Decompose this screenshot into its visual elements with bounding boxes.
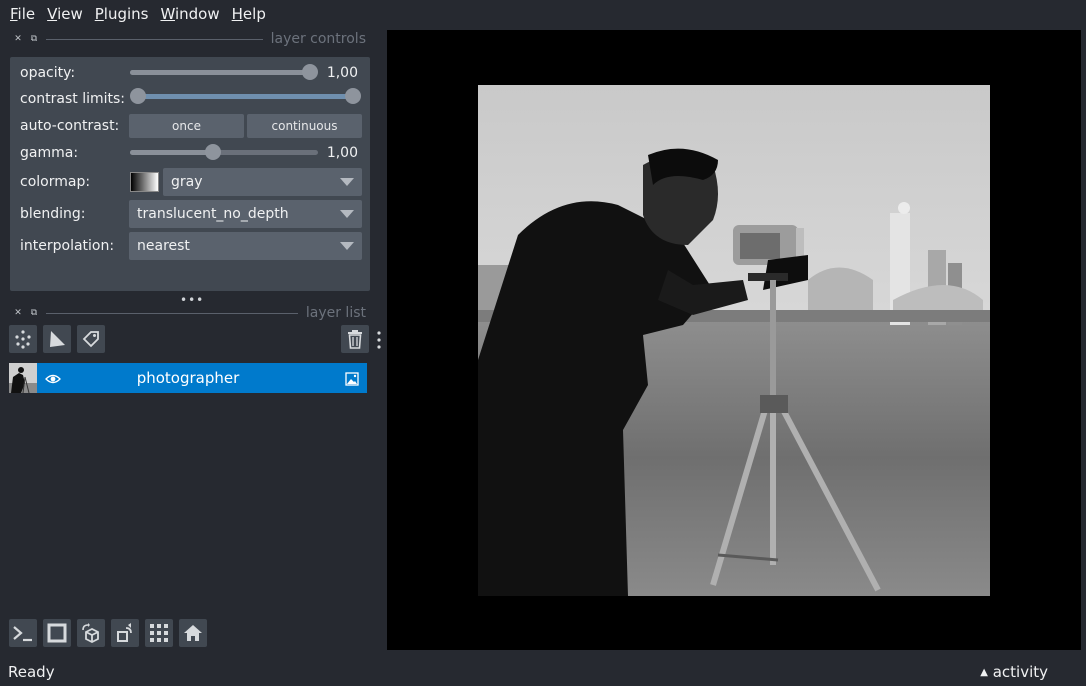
layer-list-title: layer list [305, 305, 366, 321]
menu-view[interactable]: View [41, 5, 89, 23]
layer-name: photographer [136, 369, 240, 387]
colormap-value: gray [171, 174, 203, 190]
auto-contrast-continuous-button[interactable]: continuous [247, 114, 362, 138]
square-2d-icon [47, 623, 67, 643]
opacity-label: opacity: [20, 65, 76, 81]
blending-label: blending: [20, 206, 86, 222]
menu-plugins[interactable]: Plugins [89, 5, 155, 23]
opacity-slider[interactable] [130, 64, 318, 80]
status-bar: Ready ▲ activity [0, 658, 1086, 686]
home-button[interactable] [179, 619, 207, 647]
auto-contrast-label: auto-contrast: [20, 118, 120, 134]
gamma-slider[interactable] [130, 144, 318, 160]
gamma-slider-handle[interactable] [204, 144, 221, 160]
status-text: Ready [8, 663, 55, 681]
points-icon [15, 330, 31, 349]
interpolation-value: nearest [137, 238, 190, 254]
interpolation-label: interpolation: [20, 238, 115, 254]
grid-icon [150, 624, 168, 642]
ndisplay-button[interactable] [43, 619, 71, 647]
chevron-down-icon [340, 242, 354, 250]
more-options-icon[interactable] [376, 330, 382, 350]
opacity-value: 1,00 [326, 65, 358, 81]
home-icon [184, 625, 202, 641]
roll-dims-button[interactable] [77, 619, 105, 647]
dock-close-icon[interactable]: ✕ [10, 34, 26, 44]
blending-dropdown[interactable]: translucent_no_depth [129, 200, 362, 228]
contrast-limits-label: contrast limits: [20, 91, 125, 107]
chevron-down-icon [340, 210, 354, 218]
grid-mode-button[interactable] [145, 619, 173, 647]
menu-window[interactable]: Window [154, 5, 225, 23]
delete-layer-button[interactable] [341, 325, 369, 353]
dock-float-icon[interactable]: ⧉ [26, 308, 42, 318]
gamma-value: 1,00 [326, 145, 358, 161]
chevron-down-icon [340, 178, 354, 186]
activity-toggle[interactable]: ▲ activity [980, 663, 1048, 681]
console-icon [13, 626, 32, 642]
dock-title-divider [46, 312, 298, 314]
dock-float-icon[interactable]: ⧉ [26, 34, 42, 44]
image-layer-photographer [478, 85, 990, 596]
image-layer-type-icon [345, 371, 359, 386]
contrast-limits-slider[interactable] [130, 88, 361, 104]
gamma-label: gamma: [20, 145, 79, 161]
opacity-slider-handle[interactable] [302, 64, 318, 80]
menubar: File View Plugins Window Help [0, 0, 1086, 28]
blending-value: translucent_no_depth [137, 206, 289, 222]
contrast-low-handle[interactable] [130, 88, 146, 104]
roll-cube-icon [82, 623, 99, 644]
interpolation-dropdown[interactable]: nearest [129, 232, 362, 260]
label-tag-icon [82, 331, 99, 348]
layer-controls-title: layer controls [270, 31, 366, 47]
new-points-layer-button[interactable] [9, 325, 37, 353]
layer-list-item[interactable]: photographer [9, 363, 367, 393]
colormap-label: colormap: [20, 174, 91, 190]
trash-icon [348, 330, 362, 349]
new-labels-layer-button[interactable] [77, 325, 105, 353]
shapes-icon [50, 331, 65, 347]
menu-help[interactable]: Help [226, 5, 272, 23]
menu-file[interactable]: File [4, 5, 41, 23]
layer-list-dock-title: ✕ ⧉ layer list [10, 305, 366, 321]
console-button[interactable] [9, 619, 37, 647]
new-shapes-layer-button[interactable] [43, 325, 71, 353]
transpose-icon [117, 623, 132, 642]
colormap-swatch [130, 172, 159, 192]
colormap-dropdown[interactable]: gray [163, 168, 362, 196]
transpose-button[interactable] [111, 619, 139, 647]
gamma-slider-fill [130, 150, 213, 155]
dock-close-icon[interactable]: ✕ [10, 308, 26, 318]
viewer-canvas[interactable] [387, 30, 1081, 650]
layer-controls-dock-title: ✕ ⧉ layer controls [10, 31, 366, 47]
auto-contrast-once-button[interactable]: once [129, 114, 244, 138]
caret-up-icon: ▲ [980, 667, 988, 678]
dock-title-divider [46, 38, 263, 40]
layer-controls-panel: opacity: 1,00 contrast limits: auto-cont… [10, 57, 370, 291]
activity-label: activity [992, 663, 1048, 681]
contrast-high-handle[interactable] [345, 88, 361, 104]
opacity-slider-fill [130, 70, 310, 75]
